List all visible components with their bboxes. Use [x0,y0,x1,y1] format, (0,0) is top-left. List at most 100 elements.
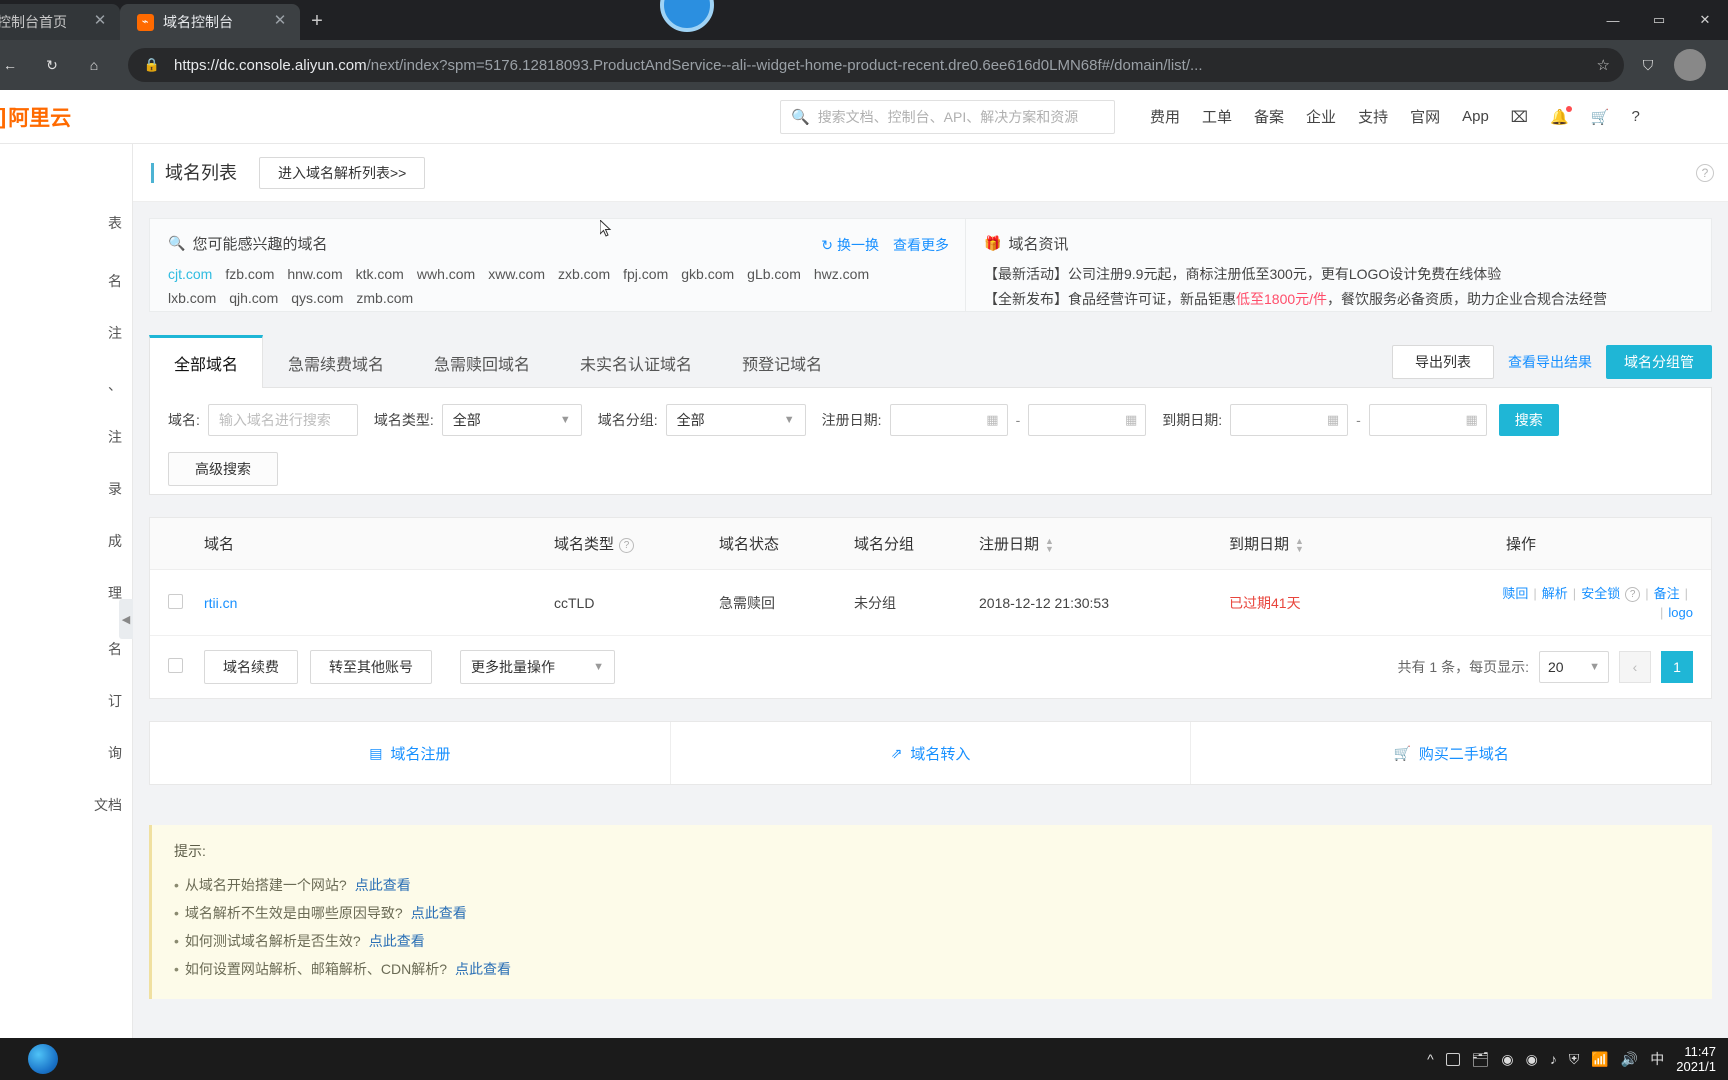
help-icon[interactable]: ? [1625,586,1641,602]
sidebar-item-10[interactable]: 询 [0,734,132,772]
minimize-icon[interactable]: — [1590,2,1636,38]
help-icon[interactable]: ? [1631,108,1639,125]
domain-suggestion[interactable]: zmb.com [356,290,413,306]
collections-icon[interactable]: ⛉ [1632,49,1664,81]
op-security-lock-link[interactable]: 安全锁 [1581,586,1620,601]
back-icon[interactable]: ← [0,49,26,81]
news-item-1[interactable]: 【最新活动】公司注册9.9元起，商标注册低至300元，更有LOGO设计免费在线体… [984,262,1693,287]
refresh-suggestions-button[interactable]: ↻ 换一换 [821,235,879,255]
help-icon[interactable]: ? [619,537,635,553]
tab-renewal-domains[interactable]: 急需续费域名 [263,337,409,388]
domain-link[interactable]: rtii.cn [204,595,237,611]
terminal-icon[interactable]: ⌧ [1511,108,1528,126]
row-checkbox[interactable] [168,593,204,612]
sort-icon[interactable]: ▲ ▼ [1045,537,1054,554]
header-reg-date[interactable]: 注册日期 ▲ ▼ [979,533,1229,554]
edge-browser-icon[interactable] [28,1044,58,1074]
tip-link[interactable]: 点此查看 [369,933,425,949]
browser-profile-icon[interactable] [1674,49,1706,81]
shield-icon[interactable]: ⛨ [1569,1051,1580,1068]
music-icon[interactable]: ♪ [1550,1051,1557,1067]
nav-item-icp[interactable]: 备案 [1254,106,1284,127]
green-app-icon[interactable]: ◉ [1526,1051,1538,1068]
close-icon[interactable]: ✕ [270,12,290,32]
nav-item-fees[interactable]: 费用 [1150,106,1180,127]
sidebar-item-2[interactable]: 注 [0,314,132,352]
address-bar[interactable]: 🔒 https://dc.console.aliyun.com/next/ind… [128,48,1624,82]
close-window-icon[interactable]: ✕ [1682,2,1728,38]
domain-suggestion[interactable]: lxb.com [168,290,216,306]
bookmark-star-icon[interactable]: ☆ [1597,56,1610,74]
export-list-button[interactable]: 导出列表 [1392,345,1494,379]
nav-item-tickets[interactable]: 工单 [1202,106,1232,127]
domain-suggestion[interactable]: xww.com [488,266,545,282]
domain-suggestion[interactable]: cjt.com [168,266,212,282]
domain-suggestion[interactable]: hwz.com [814,266,869,282]
domain-suggestion[interactable]: gLb.com [747,266,801,282]
quick-action-transfer[interactable]: ⇗ 域名转入 [671,722,1192,784]
view-more-link[interactable]: 查看更多 [893,235,949,255]
nav-item-support[interactable]: 支持 [1358,106,1388,127]
domain-search-input[interactable]: 输入域名进行搜索 [207,404,358,436]
quick-action-register[interactable]: ▤ 域名注册 [150,722,671,784]
domain-group-select[interactable]: 全部 ▼ [665,404,806,436]
tab-redemption-domains[interactable]: 急需赎回域名 [409,337,555,388]
cart-icon[interactable]: 🛒 [1591,108,1610,126]
home-icon[interactable]: ⌂ [78,49,110,81]
tab-preregistered-domains[interactable]: 预登记域名 [717,337,847,388]
sidebar-item-9[interactable]: 订 [0,682,132,720]
domain-suggestion[interactable]: qys.com [291,290,343,306]
new-tab-button[interactable]: + [300,4,334,38]
wifi-icon[interactable]: 📶 [1591,1051,1608,1068]
tip-link[interactable]: 点此查看 [411,905,467,921]
volume-icon[interactable]: 🔊 [1621,1051,1638,1068]
domain-type-select[interactable]: 全部 ▼ [441,404,582,436]
header-exp-date[interactable]: 到期日期 ▲ ▼ [1229,533,1454,554]
quick-action-buy-used[interactable]: 🛒 购买二手域名 [1191,722,1711,784]
sidebar-collapse-handle[interactable]: ◀ [119,599,133,639]
browser-tab-2[interactable]: ⌁ 域名控制台 ✕ [120,4,300,40]
tab-unverified-domains[interactable]: 未实名认证域名 [555,337,717,388]
search-button[interactable]: 搜索 [1498,404,1559,436]
show-hidden-icons-chevron[interactable]: ^ [1427,1051,1434,1067]
sidebar-item-5[interactable]: 录 [0,470,132,508]
sidebar-item-1[interactable]: 名 [0,262,132,300]
sidebar-item-6[interactable]: 成 [0,522,132,560]
sort-icon[interactable]: ▲ ▼ [1295,537,1304,554]
folder-icon[interactable]: 🗂 [1472,1051,1490,1068]
nav-item-app[interactable]: App [1462,108,1489,125]
domain-suggestion[interactable]: fzb.com [225,266,274,282]
task-view-icon[interactable] [1445,1052,1460,1066]
renew-domain-button[interactable]: 域名续费 [204,650,298,684]
bell-icon[interactable]: 🔔 [1550,105,1572,126]
tab-all-domains[interactable]: 全部域名 [149,335,264,388]
op-logo-link[interactable]: logo [1668,605,1693,620]
close-icon[interactable]: ✕ [90,12,110,32]
browser-tab-1[interactable]: 云控制台首页 ✕ [0,4,120,40]
domain-suggestion[interactable]: hnw.com [287,266,342,282]
enter-resolution-list-button[interactable]: 进入域名解析列表>> [259,156,426,189]
reload-icon[interactable]: ↻ [36,49,68,81]
sidebar-item-8[interactable]: 名 [0,630,132,668]
domain-suggestion[interactable]: ktk.com [356,266,404,282]
nav-item-enterprise[interactable]: 企业 [1306,106,1336,127]
select-all-checkbox[interactable] [168,658,204,676]
tip-link[interactable]: 点此查看 [455,961,511,977]
global-search-input[interactable]: 🔍 搜索文档、控制台、API、解决方案和资源 [780,99,1115,134]
exp-date-to-input[interactable]: ▦ [1368,404,1487,436]
sidebar-item-3[interactable]: 、 [0,366,132,404]
advanced-search-button[interactable]: 高级搜索 [168,452,278,486]
ime-indicator[interactable]: 中 [1650,1049,1664,1069]
exp-date-from-input[interactable]: ▦ [1230,404,1349,436]
sidebar-item-11[interactable]: 文档 [0,786,132,824]
reg-date-from-input[interactable]: ▦ [889,404,1008,436]
domain-group-manage-button[interactable]: 域名分组管 [1606,345,1712,379]
page-size-select[interactable]: 20 ▼ [1539,651,1609,683]
view-export-result-link[interactable]: 查看导出结果 [1508,352,1592,372]
op-redeem-link[interactable]: 赎回 [1502,586,1528,601]
op-note-link[interactable]: 备注 [1654,586,1680,601]
nav-item-website[interactable]: 官网 [1410,106,1440,127]
domain-suggestion[interactable]: fpj.com [623,266,668,282]
chrome-icon[interactable]: ◉ [1501,1051,1513,1068]
op-resolve-link[interactable]: 解析 [1542,586,1568,601]
